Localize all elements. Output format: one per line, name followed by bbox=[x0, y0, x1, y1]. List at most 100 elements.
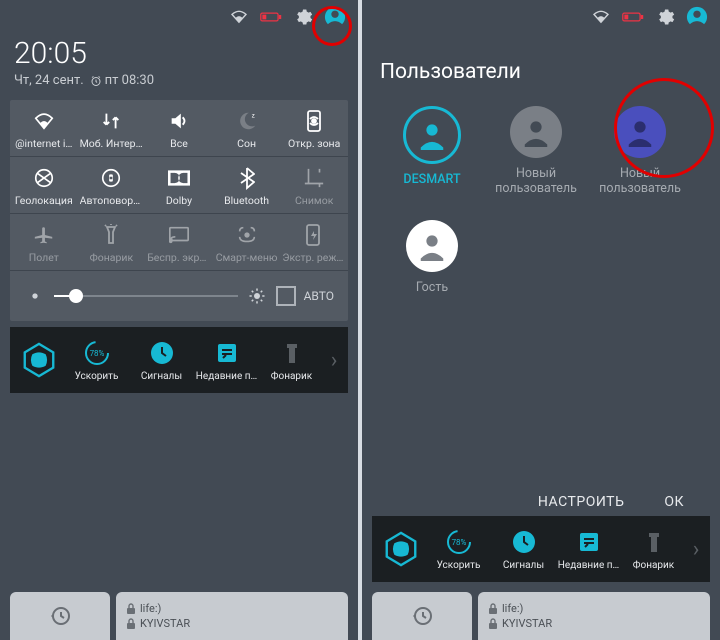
sim-card[interactable]: life:)KYIVSTAR bbox=[478, 592, 710, 640]
user-icon[interactable] bbox=[686, 6, 708, 28]
qs-label: Bluetooth bbox=[224, 194, 269, 207]
qs-tile-geo[interactable]: Геолокация bbox=[10, 157, 78, 213]
qs-tile-snip[interactable]: Снимок bbox=[280, 157, 348, 213]
user-name: Новый пользователь bbox=[484, 166, 588, 196]
qs-tile-torch[interactable]: Фонарик bbox=[78, 214, 146, 270]
qs-tile-rotate[interactable]: Автоповорот bbox=[78, 157, 146, 213]
volume-icon bbox=[168, 110, 190, 132]
history-card[interactable] bbox=[10, 592, 110, 640]
dock-label: Фонарик bbox=[633, 560, 674, 571]
qs-label: Автоповорот bbox=[80, 194, 144, 207]
qs-label: @internet i… bbox=[15, 137, 72, 150]
auto-label: АВТО bbox=[304, 289, 334, 303]
user-cell[interactable]: Новый пользователь bbox=[588, 106, 692, 196]
bt-icon bbox=[236, 167, 258, 189]
rotate-icon bbox=[100, 167, 122, 189]
dock-logo[interactable] bbox=[14, 341, 64, 379]
user-cell[interactable]: Новый пользователь bbox=[484, 106, 588, 196]
dock-label: Сигналы bbox=[141, 371, 182, 382]
qs-label: Фонарик bbox=[90, 251, 134, 264]
qs-tile-data[interactable]: Моб. Интернет bbox=[78, 100, 146, 156]
dock-label: Ускорить bbox=[437, 560, 481, 571]
clock-block: 20:05 Чт, 24 сент. пт 08:30 bbox=[0, 32, 358, 94]
dialog-actions: НАСТРОИТЬ ОК bbox=[362, 494, 720, 510]
battery-icon bbox=[622, 6, 644, 28]
qs-label: Все bbox=[170, 137, 188, 150]
dock-item[interactable]: 78%Ускорить bbox=[64, 339, 129, 382]
wifi-icon bbox=[33, 110, 55, 132]
sim-row: life:) bbox=[488, 602, 552, 615]
gear-icon[interactable] bbox=[654, 6, 676, 28]
qs-label: Смарт-меню bbox=[216, 251, 278, 264]
user-cell[interactable]: DESMART bbox=[380, 106, 484, 196]
dock-item[interactable]: Фонарик bbox=[621, 528, 686, 571]
qs-label: Снимок bbox=[295, 194, 333, 207]
dock-item[interactable]: Фонарик bbox=[259, 339, 324, 382]
geo-icon bbox=[33, 167, 55, 189]
qs-label: Сон bbox=[237, 137, 256, 150]
user-cell[interactable]: Гость bbox=[380, 220, 484, 295]
qs-label: Откр. зона bbox=[288, 137, 340, 150]
wifi-status-icon bbox=[590, 6, 612, 28]
right-phone: Пользователи DESMARTНовый пользовательНо… bbox=[362, 0, 720, 640]
dock-item[interactable]: Сигналы bbox=[491, 528, 556, 571]
history-card[interactable] bbox=[372, 592, 472, 640]
qs-tile-power[interactable]: Экстр. режим bbox=[280, 214, 348, 270]
statusbar bbox=[362, 0, 720, 32]
snip-icon bbox=[303, 167, 325, 189]
auto-brightness-checkbox[interactable] bbox=[276, 286, 296, 306]
qs-label: Полет bbox=[29, 251, 59, 264]
qs-label: Геолокация bbox=[15, 194, 73, 207]
dock-logo[interactable] bbox=[376, 530, 426, 568]
qs-tile-volume[interactable]: Все bbox=[145, 100, 213, 156]
user-name: Новый пользователь bbox=[588, 166, 692, 196]
avatar bbox=[406, 220, 458, 272]
qs-tile-cast[interactable]: Беспр. экран bbox=[145, 214, 213, 270]
qs-label: Моб. Интернет bbox=[80, 137, 144, 150]
dock-item[interactable]: Недавние п… bbox=[194, 339, 259, 382]
sim-card[interactable]: life:)KYIVSTAR bbox=[116, 592, 348, 640]
dock-icon bbox=[213, 339, 241, 367]
dock-label: Сигналы bbox=[503, 560, 544, 571]
dock-icon bbox=[148, 339, 176, 367]
dolby-icon bbox=[168, 167, 190, 189]
qs-label: Экстр. режим bbox=[282, 251, 346, 264]
qs-tile-sleep[interactable]: z Сон bbox=[213, 100, 281, 156]
bottom-cards: life:)KYIVSTAR bbox=[0, 592, 358, 640]
sun-high-icon bbox=[246, 285, 268, 307]
svg-text:78%: 78% bbox=[89, 349, 104, 358]
qs-tile-hotspot[interactable]: Откр. зона bbox=[280, 100, 348, 156]
chevron-right-icon[interactable]: › bbox=[686, 537, 706, 562]
ok-button[interactable]: ОК bbox=[664, 494, 684, 510]
qs-tile-plane[interactable]: Полет bbox=[10, 214, 78, 270]
dock-item[interactable]: 78% Ускорить bbox=[426, 528, 491, 571]
dock-icon: 78% bbox=[445, 528, 473, 556]
brightness-slider[interactable] bbox=[54, 295, 238, 297]
avatar bbox=[614, 106, 666, 158]
power-icon bbox=[303, 224, 325, 246]
data-icon bbox=[100, 110, 122, 132]
configure-button[interactable]: НАСТРОИТЬ bbox=[538, 494, 624, 510]
brightness-row: АВТО bbox=[10, 271, 348, 321]
dock-icon bbox=[278, 339, 306, 367]
dock-item[interactable]: Сигналы bbox=[129, 339, 194, 382]
avatar bbox=[510, 106, 562, 158]
qs-tile-dolby[interactable]: Dolby bbox=[145, 157, 213, 213]
users-grid: DESMARTНовый пользовательНовый пользоват… bbox=[362, 100, 720, 295]
dock-bar: 78% Ускорить Сигналы Недавние п… Фонарик › bbox=[372, 516, 710, 582]
gear-icon[interactable] bbox=[292, 6, 314, 28]
user-icon[interactable] bbox=[324, 6, 346, 28]
qs-tile-bt[interactable]: Bluetooth bbox=[213, 157, 281, 213]
qs-tile-smart[interactable]: Смарт-меню bbox=[213, 214, 281, 270]
sim-row: KYIVSTAR bbox=[126, 617, 190, 630]
svg-text:z: z bbox=[251, 111, 254, 119]
qs-label: Dolby bbox=[166, 194, 192, 207]
cast-icon bbox=[168, 224, 190, 246]
user-name: Гость bbox=[416, 280, 448, 295]
chevron-right-icon[interactable]: › bbox=[324, 348, 344, 373]
dock-item[interactable]: Недавние п… bbox=[556, 528, 621, 571]
qs-tile-wifi[interactable]: @internet i… bbox=[10, 100, 78, 156]
quick-settings: @internet i… Моб. Интернет Все z Сон Откр. зо… bbox=[10, 100, 348, 321]
wifi-status-icon bbox=[228, 6, 250, 28]
dock-label: Фонарик bbox=[271, 371, 312, 382]
